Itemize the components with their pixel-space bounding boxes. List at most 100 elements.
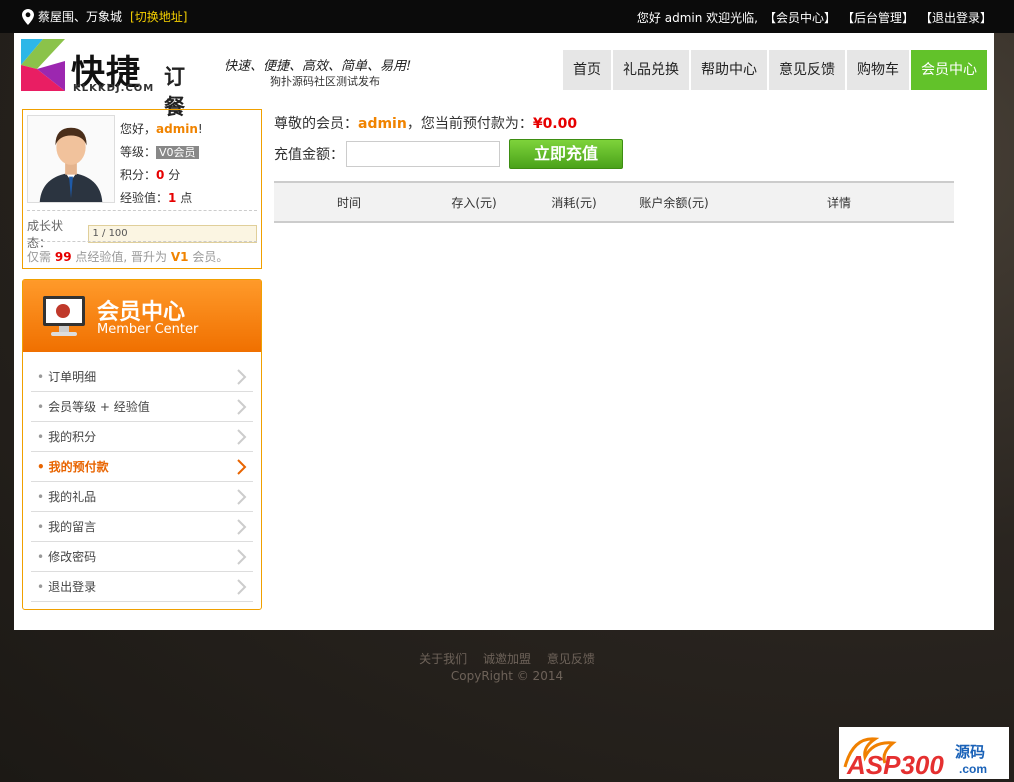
- points-value: 0: [156, 168, 165, 182]
- menu-item-gifts[interactable]: 我的礼品: [31, 482, 253, 512]
- menu-item-points[interactable]: 我的积分: [31, 422, 253, 452]
- col-time: 时间: [336, 195, 361, 210]
- asp300-logo-icon: ASP300 源码 .com: [843, 737, 987, 780]
- page-container: 快捷 订餐 KLKKDJ.COM 快速、便捷、高效、简单、易用! 狗扑源码社区测…: [14, 33, 994, 630]
- location-pin-icon: [22, 8, 34, 25]
- site-logo[interactable]: 快捷 订餐 KLKKDJ.COM: [21, 39, 185, 119]
- top-user-links: 您好 admin 欢迎光临, 【会员中心】 【后台管理】 【退出登录】: [637, 9, 992, 26]
- hello-text: 您好，: [120, 122, 157, 136]
- watermark-logo: ASP300 源码 .com: [839, 727, 1009, 780]
- monitor-icon: [43, 296, 85, 336]
- tip-next-level: V1: [170, 250, 189, 264]
- transactions-table-header: 时间 存入(元) 消耗(元) 账户余额(元) 详情: [274, 181, 954, 223]
- greet-username: admin: [358, 116, 407, 132]
- exp-unit: 点: [180, 190, 193, 205]
- nav-home[interactable]: 首页: [563, 50, 611, 90]
- level-badge: V0会员: [156, 145, 199, 159]
- profile-info: 您好，admin! 等级： V0会员 积分：0 分 经验值：1 点: [120, 118, 203, 209]
- menu-item-label: 我的预付款: [37, 458, 109, 475]
- greet-mid: ，您当前预付款为：: [406, 116, 533, 132]
- col-spent: 消耗(元): [551, 195, 597, 210]
- level-label: 等级：: [120, 144, 157, 159]
- menu-item-logout[interactable]: 退出登录: [31, 572, 253, 602]
- exp-value: 1: [168, 190, 177, 205]
- profile-points-row: 积分：0 分: [120, 164, 203, 187]
- current-location: 蔡屋围、万象城: [38, 10, 123, 24]
- main-content: 尊敬的会员：admin，您当前预付款为：¥0.00 充值金额： 立即充值 时间 …: [274, 113, 974, 223]
- nav-cart[interactable]: 购物车: [847, 50, 909, 90]
- menu-item-level-exp[interactable]: 会员等级 + 经验值: [31, 392, 253, 422]
- prepaid-balance: ¥0.00: [532, 116, 578, 132]
- points-label: 积分：: [120, 168, 157, 182]
- tip-exp-needed: 99: [54, 250, 72, 264]
- slogan: 快速、便捷、高效、简单、易用!: [224, 59, 412, 74]
- footer-feedback-link[interactable]: 意见反馈: [547, 652, 595, 666]
- chevron-right-icon: [237, 488, 247, 505]
- top-bar: 蔡屋围、万象城 [切换地址] 您好 admin 欢迎光临, 【会员中心】 【后台…: [0, 0, 1014, 33]
- menu-item-prepayment[interactable]: 我的预付款: [31, 452, 253, 482]
- exp-label: 经验值：: [120, 190, 169, 205]
- recharge-amount-input[interactable]: [346, 141, 500, 167]
- tip-pre: 仅需: [27, 250, 52, 264]
- profile-exp-row: 经验值：1 点: [120, 187, 203, 210]
- footer: 关于我们 诚邀加盟 意见反馈 CopyRight © 2014: [0, 651, 1014, 685]
- nav-help-center[interactable]: 帮助中心: [691, 50, 767, 90]
- chevron-right-icon: [237, 368, 247, 385]
- recharge-row: 充值金额： 立即充值: [274, 139, 974, 169]
- member-menu-header: 会员中心 Member Center: [23, 280, 261, 352]
- menu-item-label: 会员等级 + 经验值: [37, 398, 150, 415]
- chevron-right-icon: [237, 548, 247, 565]
- member-menu-subtitle: Member Center: [97, 322, 199, 337]
- menu-item-change-password[interactable]: 修改密码: [31, 542, 253, 572]
- hello-excl: !: [197, 122, 203, 136]
- balance-greeting: 尊敬的会员：admin，您当前预付款为：¥0.00: [274, 113, 974, 133]
- member-center-menu: 会员中心 Member Center 订单明细 会员等级 + 经验值 我的积分 …: [22, 279, 262, 610]
- sub-slogan: 狗扑源码社区测试发布: [270, 75, 380, 88]
- recharge-button[interactable]: 立即充值: [509, 139, 623, 169]
- menu-item-order-details[interactable]: 订单明细: [31, 362, 253, 392]
- tip-mid: 点经验值, 晋升为: [75, 250, 168, 264]
- logo-k-icon: [21, 39, 65, 91]
- logout-link[interactable]: 【退出登录】: [920, 9, 992, 26]
- admin-panel-link[interactable]: 【后台管理】: [842, 9, 914, 26]
- svg-text:.com: .com: [959, 762, 987, 776]
- profile-hello-row: 您好，admin!: [120, 118, 203, 141]
- chevron-right-icon: [237, 428, 247, 445]
- menu-item-messages[interactable]: 我的留言: [31, 512, 253, 542]
- chevron-right-icon: [237, 398, 247, 415]
- menu-item-label: 修改密码: [37, 548, 96, 565]
- profile-card: 您好，admin! 等级： V0会员 积分：0 分 经验值：1 点 成长状态： 1…: [22, 109, 262, 269]
- chevron-right-icon: [237, 458, 247, 475]
- chevron-right-icon: [237, 578, 247, 595]
- footer-join-link[interactable]: 诚邀加盟: [483, 652, 531, 666]
- col-balance: 账户余额(元): [639, 195, 709, 210]
- svg-text:ASP300: ASP300: [846, 750, 944, 779]
- profile-level-row: 等级： V0会员: [120, 141, 203, 165]
- footer-links: 关于我们 诚邀加盟 意见反馈: [0, 651, 1014, 668]
- switch-address-link[interactable]: [切换地址]: [130, 8, 187, 25]
- col-deposit: 存入(元): [451, 195, 497, 210]
- menu-item-label: 我的积分: [37, 428, 96, 445]
- tip-post: 会员。: [192, 250, 229, 264]
- main-nav: 首页 礼品兑换 帮助中心 意见反馈 购物车 会员中心: [563, 50, 987, 90]
- nav-feedback[interactable]: 意见反馈: [769, 50, 845, 90]
- welcome-text: 您好 admin 欢迎光临,: [636, 11, 758, 25]
- profile-username: admin: [156, 122, 198, 136]
- nav-gift-exchange[interactable]: 礼品兑换: [613, 50, 689, 90]
- greet-prefix: 尊敬的会员：: [274, 116, 358, 132]
- logo-url: KLKKDJ.COM: [73, 83, 155, 94]
- footer-about-link[interactable]: 关于我们: [419, 652, 467, 666]
- upgrade-tip: 仅需 99 点经验值, 晋升为 V1 会员。: [27, 241, 257, 265]
- menu-item-label: 我的礼品: [37, 488, 96, 505]
- user-avatar-icon: [39, 127, 103, 202]
- menu-item-label: 退出登录: [37, 578, 96, 595]
- chevron-right-icon: [237, 518, 247, 535]
- member-menu-list: 订单明细 会员等级 + 经验值 我的积分 我的预付款 我的礼品 我的留言 修改密…: [23, 362, 261, 602]
- nav-member-center[interactable]: 会员中心: [911, 50, 987, 90]
- copyright: CopyRight © 2014: [450, 669, 564, 683]
- col-details: 详情: [826, 195, 851, 210]
- avatar: [27, 115, 115, 203]
- member-center-link[interactable]: 【会员中心】: [764, 9, 836, 26]
- menu-item-label: 订单明细: [37, 368, 96, 385]
- recharge-label: 充值金额：: [274, 147, 344, 163]
